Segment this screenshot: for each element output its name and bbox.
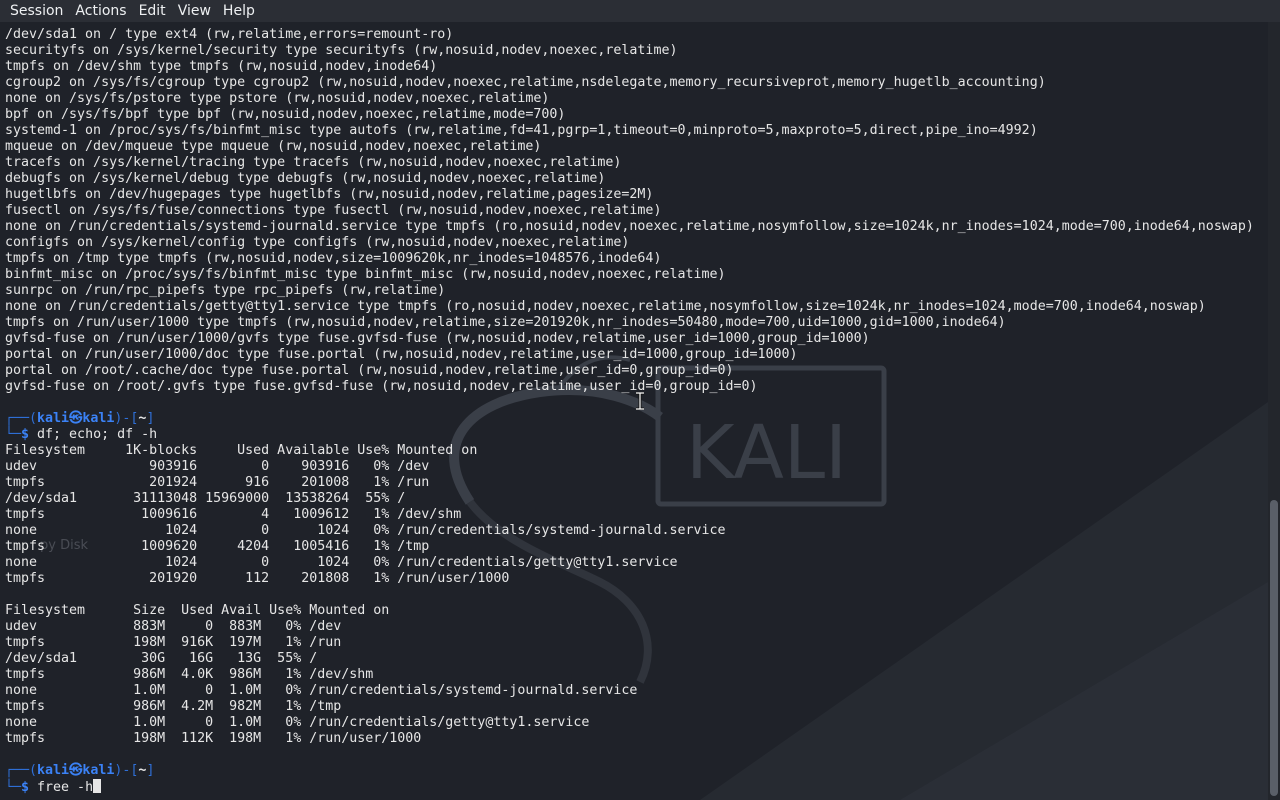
- mount-line: securityfs on /sys/kernel/security type …: [5, 43, 678, 58]
- mount-line: fusectl on /sys/fs/fuse/connections type…: [5, 203, 662, 218]
- prompt-line-2: ┌──(kali㉿kali)-[~]: [5, 763, 155, 778]
- prompt-host: kali: [82, 411, 115, 426]
- command-line-1: └─$ df; echo; df -h: [5, 427, 158, 442]
- mount-line: none on /run/credentials/getty@tty1.serv…: [5, 299, 1206, 314]
- command-text: df; echo; df -h: [37, 427, 158, 442]
- mount-line: configfs on /sys/kernel/config type conf…: [5, 235, 630, 250]
- mount-line: gvfsd-fuse on /run/user/1000/gvfs type f…: [5, 331, 870, 346]
- df-line: none 1.0M 0 1.0M 0% /run/credentials/sys…: [5, 683, 638, 698]
- mount-line: tmpfs on /run/user/1000 type tmpfs (rw,n…: [5, 315, 1006, 330]
- command-text: free -h: [37, 780, 94, 795]
- df-line: none 1.0M 0 1.0M 0% /run/credentials/get…: [5, 715, 590, 730]
- mount-line: systemd-1 on /proc/sys/fs/binfmt_misc ty…: [5, 123, 1038, 138]
- scrollbar-thumb[interactable]: [1270, 500, 1278, 796]
- command-line-2[interactable]: └─$ free -h: [5, 779, 1268, 795]
- df-line: [5, 747, 1268, 763]
- ibeam-cursor-icon: [636, 392, 644, 410]
- mount-line: none on /sys/fs/pstore type pstore (rw,n…: [5, 91, 550, 106]
- df-line: none 1024 0 1024 0% /run/credentials/get…: [5, 555, 678, 570]
- df-line: tmpfs 986M 4.2M 982M 1% /tmp: [5, 699, 342, 714]
- df-line: udev 903916 0 903916 0% /dev: [5, 459, 430, 474]
- mount-line: none on /run/credentials/systemd-journal…: [5, 219, 1254, 234]
- df-line: tmpfs 198M 916K 197M 1% /run: [5, 635, 342, 650]
- df-line: udev 883M 0 883M 0% /dev: [5, 619, 342, 634]
- df-line: tmpfs 1009616 4 1009612 1% /dev/shm: [5, 507, 462, 522]
- mount-line: portal on /root/.cache/doc type fuse.por…: [5, 363, 734, 378]
- mount-line: debugfs on /sys/kernel/debug type debugf…: [5, 171, 606, 186]
- menu-session[interactable]: Session: [4, 0, 69, 22]
- mount-line: sunrpc on /run/rpc_pipefs type rpc_pipef…: [5, 283, 446, 298]
- df-line: /dev/sda1 30G 16G 13G 55% /: [5, 651, 318, 666]
- menu-help[interactable]: Help: [217, 0, 261, 22]
- terminal-output[interactable]: /dev/sda1 on / type ext4 (rw,relatime,er…: [0, 22, 1268, 800]
- menu-edit[interactable]: Edit: [133, 0, 172, 22]
- df-line: Filesystem Size Used Avail Use% Mounted …: [5, 603, 390, 618]
- prompt-user: kali: [37, 763, 70, 778]
- text-cursor: [93, 779, 102, 793]
- mount-line: mqueue on /dev/mqueue type mqueue (rw,no…: [5, 139, 542, 154]
- mount-line: bpf on /sys/fs/bpf type bpf (rw,nosuid,n…: [5, 107, 566, 122]
- menu-bar: Session Actions Edit View Help: [0, 0, 1280, 22]
- prompt-at-symbol: ㉿: [69, 411, 83, 426]
- mount-line: portal on /run/user/1000/doc type fuse.p…: [5, 347, 798, 362]
- prompt-at-symbol: ㉿: [69, 763, 83, 778]
- mount-line: tracefs on /sys/kernel/tracing type trac…: [5, 155, 622, 170]
- mount-output: /dev/sda1 on / type ext4 (rw,relatime,er…: [5, 27, 1268, 411]
- mount-line: cgroup2 on /sys/fs/cgroup type cgroup2 (…: [5, 75, 1046, 90]
- prompt-user: kali: [37, 411, 70, 426]
- df-line: tmpfs 201924 916 201008 1% /run: [5, 475, 430, 490]
- df-line: tmpfs 986M 4.0K 986M 1% /dev/shm: [5, 667, 374, 682]
- df-output: Filesystem 1K-blocks Used Available Use%…: [5, 443, 1268, 763]
- mount-line: tmpfs on /dev/shm type tmpfs (rw,nosuid,…: [5, 59, 438, 74]
- menu-view[interactable]: View: [172, 0, 217, 22]
- df-line: tmpfs 1009620 4204 1005416 1% /tmp: [5, 539, 430, 554]
- df-line: tmpfs 201920 112 201808 1% /run/user/100…: [5, 571, 510, 586]
- df-line: /dev/sda1 31113048 15969000 13538264 55%…: [5, 491, 406, 506]
- df-line: none 1024 0 1024 0% /run/credentials/sys…: [5, 523, 726, 538]
- df-line: Filesystem 1K-blocks Used Available Use%…: [5, 443, 478, 458]
- menu-actions[interactable]: Actions: [69, 0, 132, 22]
- prompt-host: kali: [82, 763, 115, 778]
- df-line: tmpfs 198M 112K 198M 1% /run/user/1000: [5, 731, 422, 746]
- df-line: [5, 587, 1268, 603]
- mount-line: hugetlbfs on /dev/hugepages type hugetlb…: [5, 187, 654, 202]
- mount-line: tmpfs on /tmp type tmpfs (rw,nosuid,node…: [5, 251, 662, 266]
- prompt-line-1: ┌──(kali㉿kali)-[~]: [5, 411, 155, 426]
- mount-line: binfmt_misc on /proc/sys/fs/binfmt_misc …: [5, 267, 726, 282]
- mount-line: /dev/sda1 on / type ext4 (rw,relatime,er…: [5, 27, 454, 42]
